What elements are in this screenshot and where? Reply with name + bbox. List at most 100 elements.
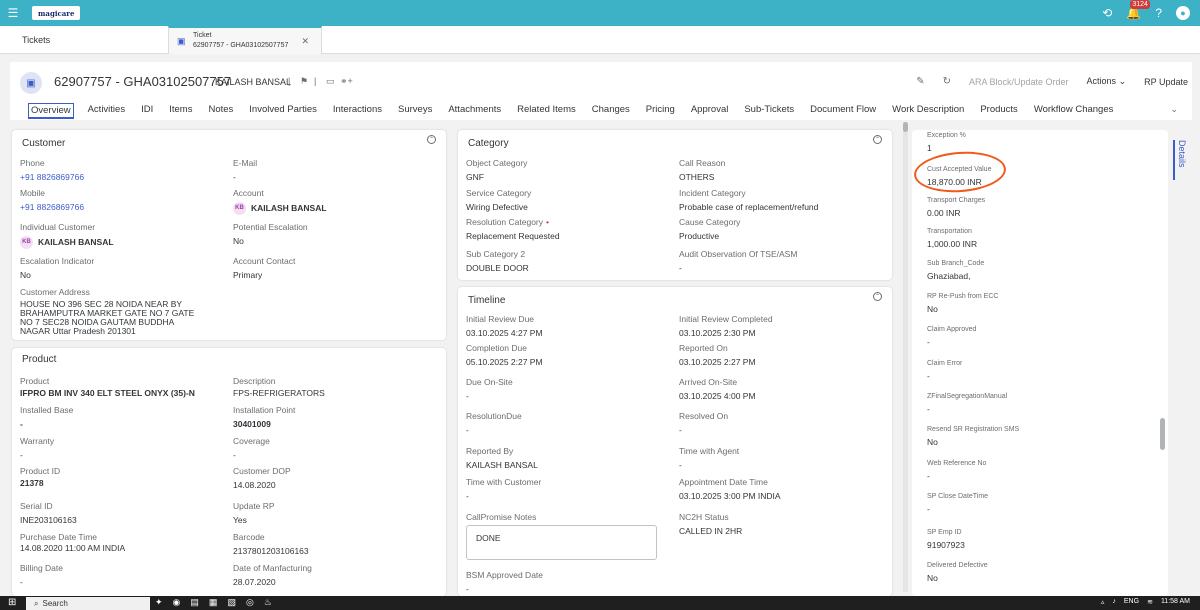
barcode-label: Barcode: [233, 532, 265, 542]
close-icon[interactable]: ✕: [301, 36, 309, 47]
tab-changes[interactable]: Changes: [584, 103, 638, 119]
tab-notes[interactable]: Notes: [200, 103, 241, 119]
notifications-icon[interactable]: 🔔 3124: [1126, 0, 1150, 20]
ara-block-button[interactable]: ARA Block/Update Order: [969, 77, 1069, 87]
clock[interactable]: 11:58 AM: [1161, 598, 1190, 606]
transportation-label: Transportation: [927, 228, 972, 235]
tab-sub-tickets[interactable]: Sub-Tickets: [736, 103, 802, 119]
brand-logo[interactable]: magicare: [32, 6, 81, 20]
tab-approval[interactable]: Approval: [683, 103, 737, 119]
language-indicator[interactable]: ENG: [1124, 598, 1139, 606]
installation-point-label: Installation Point: [233, 405, 296, 415]
tab-workflow-changes[interactable]: Workflow Changes: [1026, 103, 1122, 119]
follow-icon[interactable]: ⚭+: [340, 76, 353, 87]
tab-tickets[interactable]: Tickets: [22, 35, 50, 45]
app-icon[interactable]: ♨: [264, 597, 272, 608]
comment-icon[interactable]: ▭: [326, 76, 335, 87]
sub-category-label: Sub Category 2: [466, 249, 526, 259]
individual-customer-name: KAILASH BANSAL: [38, 236, 114, 247]
chevron-down-icon[interactable]: ⌄: [1170, 104, 1178, 115]
phone-link[interactable]: +91 8826869766: [20, 172, 84, 182]
claim-error-label: Claim Error: [927, 360, 963, 367]
audit-observation-label: Audit Observation Of TSE/ASM: [679, 249, 798, 259]
tab-attachments[interactable]: Attachments: [440, 103, 509, 119]
actions-menu-button[interactable]: Actions ⌄: [1087, 76, 1127, 87]
app-icon[interactable]: ◉: [173, 597, 181, 608]
callpromise-notes-label: CallPromise Notes: [466, 512, 537, 522]
installed-base-value: -: [20, 419, 23, 429]
collapse-icon[interactable]: ⌃: [873, 135, 882, 144]
resolution-due-value: -: [466, 425, 469, 435]
separator: |: [314, 76, 317, 86]
time-with-agent-value: -: [679, 460, 682, 470]
tab-activities[interactable]: Activities: [80, 103, 133, 119]
individual-customer-value[interactable]: KB KAILASH BANSAL: [20, 236, 114, 249]
resolved-on-value: -: [679, 425, 682, 435]
tab-interactions[interactable]: Interactions: [325, 103, 390, 119]
flag-icon[interactable]: ⚑: [300, 76, 308, 87]
tab-related-items[interactable]: Related Items: [509, 103, 584, 119]
billing-date-value: -: [20, 577, 23, 587]
help-icon[interactable]: ?: [1155, 6, 1162, 20]
resolution-category-value: Replacement Requested: [466, 231, 560, 241]
tab-document-flow[interactable]: Document Flow: [802, 103, 884, 119]
avatar: KB: [233, 202, 246, 215]
chevron-down-icon: ⌄: [1118, 76, 1127, 86]
chrome-icon[interactable]: ◎: [246, 597, 254, 608]
warranty-label: Warranty: [20, 436, 55, 446]
appointment-date-value: 03.10.2025 3:00 PM INDIA: [679, 491, 781, 501]
tab-overview[interactable]: Overview: [28, 103, 74, 119]
bsm-approved-date-label: BSM Approved Date: [466, 570, 544, 580]
menu-icon[interactable]: ☰: [0, 0, 26, 26]
user-avatar[interactable]: ●: [1176, 6, 1190, 20]
side-panel-scrollbar[interactable]: [1160, 418, 1165, 450]
claim-approved-label: Claim Approved: [927, 326, 977, 333]
actions-label: Actions: [1086, 76, 1117, 86]
account-value[interactable]: KB KAILASH BANSAL: [233, 202, 327, 215]
description-value: FPS-REFRIGERATORS: [233, 388, 325, 398]
volume-icon[interactable]: ♪: [1112, 598, 1116, 606]
tab-pricing[interactable]: Pricing: [638, 103, 683, 119]
tab-items[interactable]: Items: [161, 103, 200, 119]
rp-update-button[interactable]: RP Update: [1144, 77, 1188, 87]
ticket-object-icon: ▣: [20, 72, 42, 94]
history-icon[interactable]: ⟲: [1102, 6, 1112, 20]
transport-charges-value: 0.00 INR: [927, 208, 961, 218]
main-scrollbar[interactable]: [903, 122, 908, 592]
tab-surveys[interactable]: Surveys: [390, 103, 440, 119]
app-icon[interactable]: ▤: [190, 597, 199, 608]
cause-category-value: Productive: [679, 231, 720, 241]
resolution-due-label: ResolutionDue: [466, 411, 522, 421]
refresh-icon[interactable]: ↻: [943, 76, 951, 87]
tab-products[interactable]: Products: [972, 103, 1026, 119]
tab-details[interactable]: Details: [1173, 140, 1187, 180]
service-category-value: Wiring Defective: [466, 202, 528, 212]
widgets-icon[interactable]: ✦: [155, 597, 163, 608]
windows-start-icon[interactable]: ⊞: [8, 597, 16, 608]
sp-emp-id-label: SP Emp ID: [927, 529, 962, 536]
collapse-icon[interactable]: ⌃: [427, 135, 436, 144]
collapse-icon[interactable]: ⌃: [873, 292, 882, 301]
main-scrollbar-thumb[interactable]: [903, 122, 908, 132]
callpromise-notes-textarea[interactable]: DONE: [466, 525, 657, 560]
tab-ticket-open[interactable]: ▣ Ticket 62907757 - GHA03102507757 ✕: [168, 26, 322, 54]
object-header: ▣ 62907757 - GHA03102507757 KAILASH BANS…: [10, 62, 1192, 120]
nc2h-status-label: NC2H Status: [679, 512, 729, 522]
edit-icon[interactable]: ✎: [916, 76, 924, 87]
wifi-icon[interactable]: ≋: [1147, 598, 1153, 606]
serial-id-label: Serial ID: [20, 501, 53, 511]
separator: |: [288, 76, 291, 86]
network-icon[interactable]: ▵: [1101, 598, 1105, 606]
tab-involved-parties[interactable]: Involved Parties: [241, 103, 325, 119]
search-icon: ⌕: [34, 599, 39, 608]
tab-idi[interactable]: IDI: [133, 103, 161, 119]
tab-work-description[interactable]: Work Description: [884, 103, 972, 119]
app-icon[interactable]: ▦: [209, 597, 218, 608]
taskbar-search[interactable]: ⌕ Search: [26, 597, 150, 610]
avatar: KB: [20, 236, 33, 249]
product-id-value: 21378: [20, 478, 44, 488]
excel-icon[interactable]: ▧: [227, 597, 236, 608]
mobile-link[interactable]: +91 8826869766: [20, 202, 84, 212]
account-contact-value: Primary: [233, 270, 263, 280]
service-category-label: Service Category: [466, 188, 532, 198]
